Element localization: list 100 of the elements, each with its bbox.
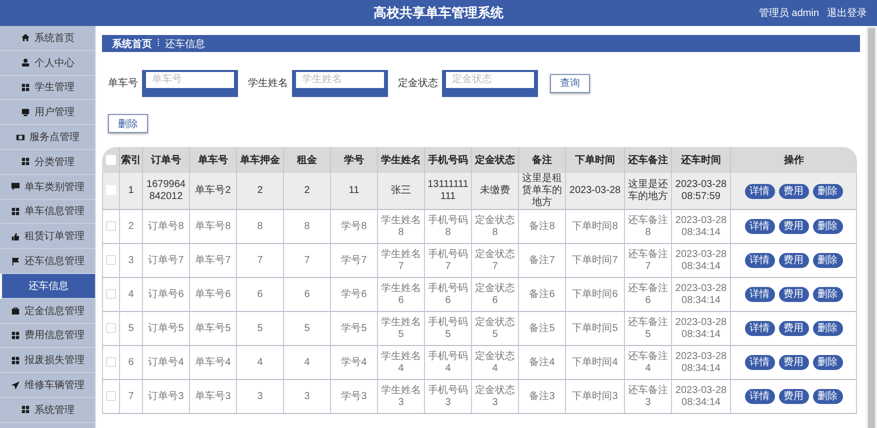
action-button[interactable]: 详情 <box>744 355 774 370</box>
action-button[interactable]: 详情 <box>744 184 774 198</box>
row-checkbox[interactable] <box>106 322 116 333</box>
table-cell: 学生姓名6 <box>378 278 425 312</box>
sidebar-item[interactable]: 维修车辆管理 <box>0 373 95 398</box>
action-button[interactable]: 费用 <box>778 253 808 268</box>
action-button[interactable]: 删除 <box>812 389 842 404</box>
sidebar-item[interactable]: 用户管理 <box>0 100 95 126</box>
table-cell: 下单时间5 <box>566 312 625 346</box>
table-cell: 订单号7 <box>143 244 190 278</box>
sidebar-item[interactable]: 报废损失管理 <box>0 348 95 374</box>
action-button[interactable]: 删除 <box>812 355 842 370</box>
search-button[interactable]: 查询 <box>550 74 590 92</box>
table-cell: 学生姓名5 <box>378 312 425 346</box>
table-cell: 1 <box>120 173 143 210</box>
action-button[interactable]: 费用 <box>778 287 808 302</box>
sidebar-item[interactable]: 定金信息管理 <box>0 298 95 324</box>
action-button[interactable]: 详情 <box>744 219 774 234</box>
action-button[interactable]: 删除 <box>812 321 842 336</box>
breadcrumb-link[interactable]: 系统首页 <box>112 36 152 50</box>
row-checkbox[interactable] <box>106 390 116 401</box>
sidebar-item[interactable]: 单车类别管理 <box>0 174 95 200</box>
action-button[interactable]: 费用 <box>778 321 808 336</box>
column-header[interactable]: 操作 <box>731 147 857 173</box>
table-cell: 2023-03-28 08:34:14 <box>672 244 731 278</box>
search-field[interactable]: 定金状态 <box>442 70 538 96</box>
action-button[interactable]: 删除 <box>812 253 842 268</box>
column-header[interactable]: 定金状态 <box>472 147 519 173</box>
action-button[interactable]: 费用 <box>778 184 808 198</box>
table-cell: 2023-03-28 08:34:14 <box>672 380 731 414</box>
sidebar-item[interactable]: 系统管理 <box>0 398 95 423</box>
sidebar-item[interactable]: 单车信息管理 <box>0 200 95 224</box>
sidebar-item[interactable]: 系统首页 <box>0 26 95 51</box>
select-all-checkbox[interactable] <box>106 154 116 165</box>
row-checkbox[interactable] <box>106 254 116 265</box>
action-button[interactable]: 详情 <box>744 389 774 404</box>
scrollbar[interactable] <box>866 26 877 428</box>
table-cell: 5 <box>284 312 331 346</box>
table-cell: 单车号7 <box>190 244 237 278</box>
bag-icon <box>10 306 20 316</box>
action-button[interactable]: 删除 <box>812 287 842 302</box>
row-checkbox[interactable] <box>106 288 116 299</box>
column-header[interactable]: 索引 <box>120 147 143 173</box>
column-header[interactable]: 租金 <box>284 147 331 173</box>
sidebar-item[interactable]: 个人中心 <box>0 50 95 76</box>
table-cell: 2 <box>284 173 331 210</box>
grid-icon <box>10 330 20 340</box>
delete-button[interactable]: 删除 <box>108 114 148 133</box>
row-checkbox[interactable] <box>106 220 116 231</box>
sidebar-item[interactable]: 租赁订单管理 <box>0 224 95 250</box>
action-button[interactable]: 删除 <box>812 184 842 198</box>
table-cell: 还车备注7 <box>625 244 672 278</box>
flag-icon <box>10 256 20 266</box>
column-header[interactable]: 订单号 <box>143 147 190 173</box>
action-button[interactable]: 费用 <box>778 389 808 404</box>
action-button[interactable]: 费用 <box>778 219 808 234</box>
table-cell: 2023-03-28 08:34:14 <box>672 210 731 244</box>
column-header[interactable]: 下单时间 <box>566 147 625 173</box>
table-cell: 7 <box>284 244 331 278</box>
table-cell: 5 <box>120 312 143 346</box>
column-header[interactable]: 单车号 <box>190 147 237 173</box>
field-label: 单车号 <box>108 76 138 90</box>
table-cell: 备注3 <box>519 380 566 414</box>
logout-link[interactable]: 退出登录 <box>827 6 867 20</box>
monitor-icon <box>20 108 30 117</box>
search-field[interactable]: 学生姓名 <box>292 70 388 96</box>
column-header[interactable]: 单车押金 <box>237 147 284 173</box>
table-cell: 订单号4 <box>143 346 190 380</box>
table-cell: 7 <box>120 380 143 414</box>
column-header[interactable]: 还车时间 <box>672 147 731 173</box>
sidebar-item[interactable]: 费用信息管理 <box>0 324 95 348</box>
table-cell: 6 <box>284 278 331 312</box>
user-icon <box>20 58 30 68</box>
column-header[interactable]: 还车备注 <box>625 147 672 173</box>
table-cell: 定金状态5 <box>472 312 519 346</box>
table-cell: 定金状态4 <box>472 346 519 380</box>
column-header[interactable]: 学生姓名 <box>378 147 425 173</box>
action-button[interactable]: 详情 <box>744 253 774 268</box>
sidebar-item[interactable]: 学生管理 <box>0 76 95 100</box>
table-cell: 单车号3 <box>190 380 237 414</box>
table-cell: 手机号码6 <box>425 278 472 312</box>
table-cell: 未缴费 <box>472 173 519 210</box>
column-header[interactable]: 备注 <box>519 147 566 173</box>
row-checkbox[interactable] <box>106 356 116 367</box>
table-cell: 手机号码8 <box>425 210 472 244</box>
table-cell: 8 <box>284 210 331 244</box>
grid-icon <box>10 356 20 365</box>
field-label: 定金状态 <box>398 76 438 90</box>
sidebar-item[interactable]: 还车信息 <box>0 274 95 299</box>
column-header[interactable]: 学号 <box>331 147 378 173</box>
search-field[interactable]: 单车号 <box>142 70 238 96</box>
sidebar-item[interactable]: 分类管理 <box>0 150 95 175</box>
table-cell: 2 <box>237 173 284 210</box>
action-button[interactable]: 详情 <box>744 321 774 336</box>
action-button[interactable]: 删除 <box>812 219 842 234</box>
sidebar-item[interactable]: 服务点管理 <box>0 125 95 150</box>
table-cell: 还车备注6 <box>625 278 672 312</box>
action-button[interactable]: 详情 <box>744 287 774 302</box>
column-header[interactable]: 手机号码 <box>425 147 472 173</box>
action-button[interactable]: 费用 <box>778 355 808 370</box>
